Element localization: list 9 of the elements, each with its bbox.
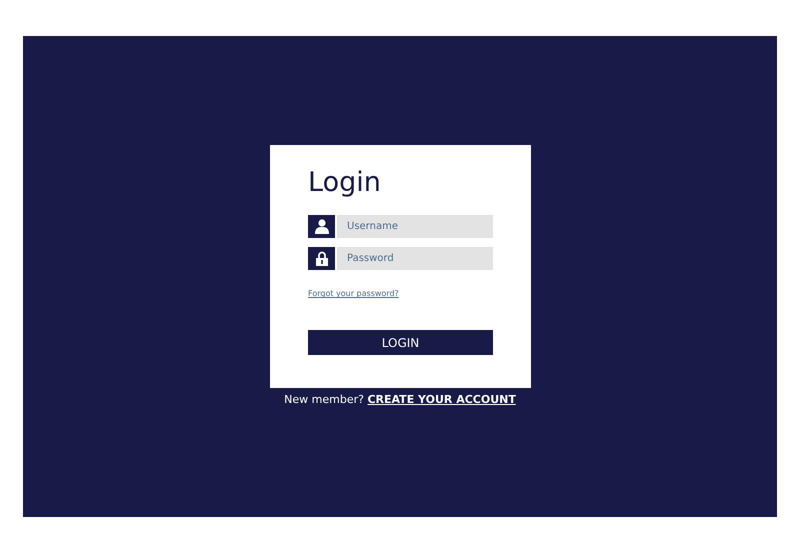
forgot-password-link[interactable]: Forgot your password? <box>308 288 399 300</box>
create-account-link[interactable]: CREATE YOUR ACCOUNT <box>367 393 516 406</box>
login-button[interactable]: LOGIN <box>308 330 493 356</box>
new-member-text: New member? <box>284 393 364 406</box>
lock-icon <box>316 251 328 266</box>
user-icon <box>314 219 328 234</box>
password-field[interactable]: Password <box>337 247 493 270</box>
login-title: Login <box>308 167 382 200</box>
username-field[interactable]: Username <box>337 215 493 238</box>
